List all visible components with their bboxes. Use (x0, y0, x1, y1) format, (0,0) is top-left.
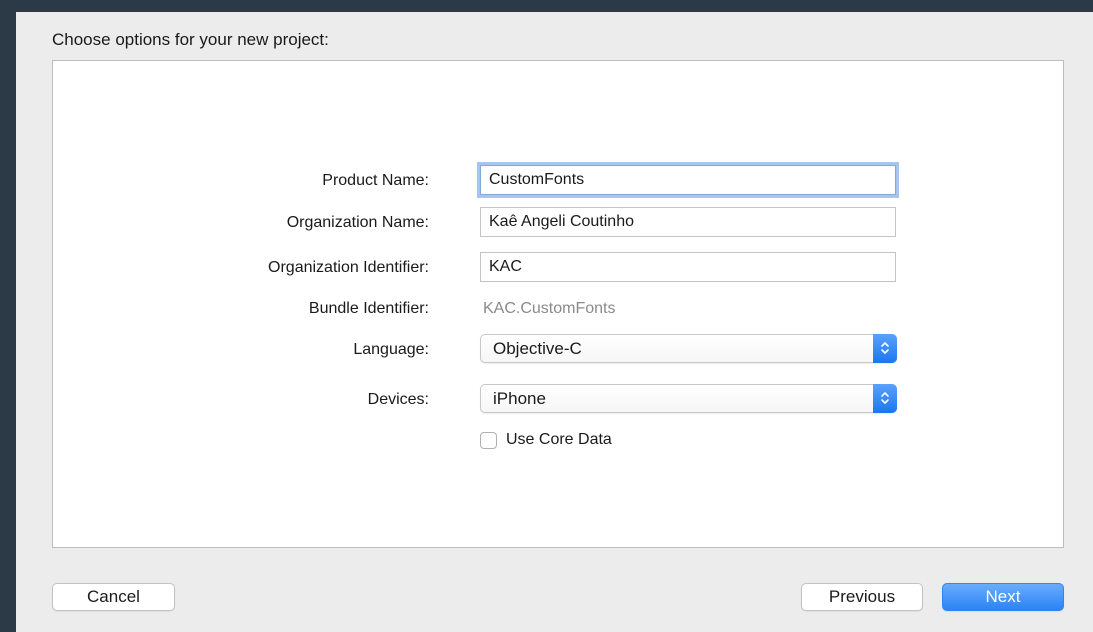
product-name-label: Product Name: (322, 172, 429, 189)
cancel-button[interactable]: Cancel (52, 583, 175, 611)
new-project-options-sheet: Choose options for your new project: Pro… (16, 12, 1093, 632)
organization-name-field[interactable] (480, 207, 896, 237)
use-core-data-checkbox[interactable] (480, 432, 497, 449)
organization-name-label: Organization Name: (286, 214, 429, 231)
product-name-field[interactable] (480, 165, 896, 195)
next-button[interactable]: Next (942, 583, 1064, 611)
organization-identifier-field[interactable] (480, 252, 896, 282)
options-panel: Product Name: Organization Name: Organiz… (52, 60, 1064, 548)
organization-identifier-label: Organization Identifier: (268, 259, 429, 276)
devices-label: Devices: (367, 391, 429, 408)
chevron-up-down-icon (873, 334, 897, 363)
devices-popup[interactable]: iPhone (480, 384, 897, 413)
language-popup[interactable]: Objective-C (480, 334, 897, 363)
language-label: Language: (353, 341, 429, 358)
bundle-identifier-label: Bundle Identifier: (308, 300, 429, 317)
language-selected-value: Objective-C (493, 339, 582, 358)
previous-button[interactable]: Previous (801, 583, 923, 611)
sheet-heading: Choose options for your new project: (52, 30, 329, 49)
devices-selected-value: iPhone (493, 389, 546, 408)
bundle-identifier-value: KAC.CustomFonts (483, 300, 616, 317)
chevron-up-down-icon (873, 384, 897, 413)
use-core-data-label[interactable]: Use Core Data (506, 431, 612, 449)
